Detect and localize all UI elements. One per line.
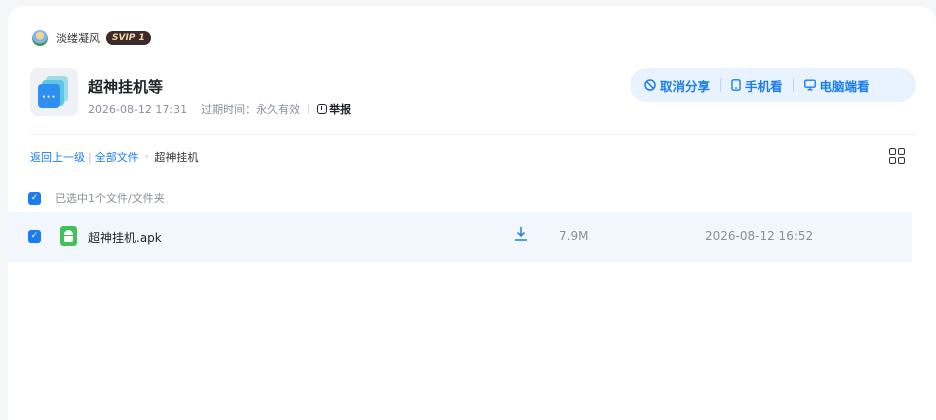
share-card: 淡缕凝风 SVIP 1 ··· 超神挂机等 2026-08-12 17:31 过… <box>8 6 936 420</box>
file-date: 2026-08-12 16:52 <box>705 229 814 243</box>
file-row[interactable]: ✓ 超神挂机.apk 7.9M 2026-08-12 16:52 <box>8 212 912 262</box>
pc-view-button[interactable]: 电脑端看 <box>803 76 870 95</box>
meta-divider <box>308 104 310 114</box>
owner-name[interactable]: 淡缕凝风 <box>56 30 100 46</box>
action-divider <box>720 78 722 92</box>
owner-info: 淡缕凝风 SVIP 1 <box>32 28 151 48</box>
file-name[interactable]: 超神挂机.apk <box>88 229 162 246</box>
select-all-checkbox[interactable]: ✓ <box>28 191 41 205</box>
file-size: 7.9M <box>559 229 589 243</box>
file-checkbox[interactable]: ✓ <box>28 230 41 243</box>
report-button[interactable]: 举报 <box>317 101 351 117</box>
svip-badge: SVIP 1 <box>106 31 151 45</box>
phone-view-label: 手机看 <box>745 78 783 94</box>
android-apk-icon <box>60 226 77 246</box>
report-icon <box>317 104 328 114</box>
breadcrumb-back[interactable]: 返回上一级 <box>30 149 85 165</box>
cancel-share-label: 取消分享 <box>660 78 711 94</box>
breadcrumb-arrow-icon: › <box>144 152 149 162</box>
phone-icon <box>731 79 741 91</box>
report-label: 举报 <box>329 103 352 116</box>
breadcrumb-current: 超神挂机 <box>154 151 199 164</box>
cancel-share-button[interactable]: 取消分享 <box>644 76 710 95</box>
breadcrumb-separator: | <box>88 150 92 164</box>
share-folder-icon: ··· <box>30 68 78 116</box>
share-title: 超神挂机等 <box>88 78 164 96</box>
selection-summary: 已选中1个文件/文件夹 <box>55 192 165 205</box>
monitor-icon <box>803 79 816 91</box>
pc-view-label: 电脑端看 <box>819 78 870 94</box>
phone-view-button[interactable]: 手机看 <box>731 76 783 95</box>
grid-view-icon[interactable] <box>889 148 905 164</box>
download-icon[interactable] <box>514 226 528 242</box>
share-created-time: 2026-08-12 17:31 <box>88 102 188 116</box>
select-all-row: ✓ 已选中1个文件/文件夹 <box>28 190 165 206</box>
ban-icon <box>644 79 656 91</box>
breadcrumb-all-files[interactable]: 全部文件 <box>95 149 139 165</box>
action-divider <box>792 78 794 92</box>
share-expiry: 过期时间：永久有效 <box>201 103 301 116</box>
share-meta: 2026-08-12 17:31 过期时间：永久有效 举报 <box>88 101 351 117</box>
avatar[interactable] <box>32 30 48 46</box>
share-actions: 取消分享 手机看 电脑端看 <box>630 68 916 102</box>
header-divider <box>30 134 916 135</box>
breadcrumb: 返回上一级 | 全部文件 › 超神挂机 <box>30 149 198 165</box>
